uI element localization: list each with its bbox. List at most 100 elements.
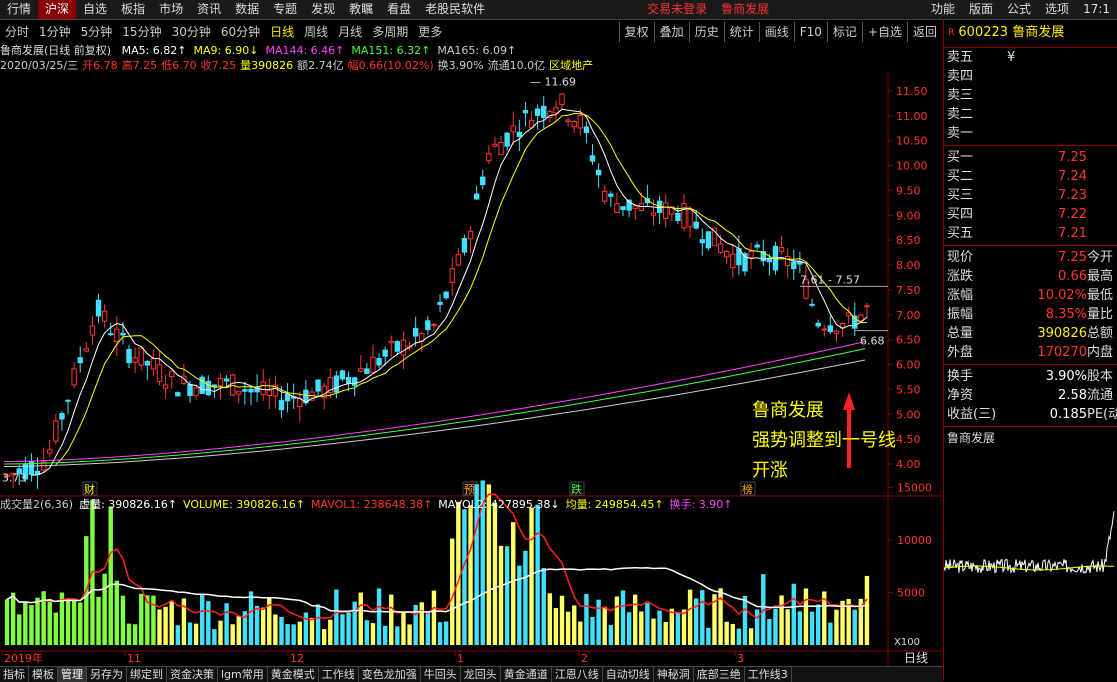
period-5[interactable]: 60分钟 (216, 22, 265, 42)
candle-body (516, 131, 523, 137)
stat-row: 振幅 8.35% 量比 (944, 305, 1117, 324)
sell-row[interactable]: 卖三 (944, 86, 1117, 105)
sell-row[interactable]: 卖五 ¥ (944, 48, 1117, 67)
indicator-tab-7[interactable]: 黄金模式 (268, 667, 319, 682)
toolbar-btn-2[interactable]: 历史 (688, 22, 724, 42)
menu-11[interactable]: 老股民软件 (418, 0, 492, 19)
period-4[interactable]: 30分钟 (167, 22, 216, 42)
period-6[interactable]: 日线 (265, 22, 299, 42)
toolbar-btn-8[interactable]: 返回 (906, 22, 942, 42)
menu-6[interactable]: 数据 (228, 0, 266, 19)
buy-row[interactable]: 买一 7.25 (944, 148, 1117, 167)
price-tick-label: 5.50 (896, 383, 921, 396)
volume-bar (364, 620, 370, 645)
indicator-tab-3[interactable]: 另存为 (87, 667, 127, 682)
indicator-tab-8[interactable]: 工作线 (319, 667, 359, 682)
sell-label: 卖一 (947, 126, 974, 141)
indicator-tab-17[interactable]: 工作线3 (745, 667, 792, 682)
period-3[interactable]: 15分钟 (117, 22, 166, 42)
date-tick-label: 12 (290, 652, 304, 665)
kline-chart[interactable]: 12.00 11.50 11.00 10.50 10.00 9.50 9.00 8.50 8.0… (0, 72, 942, 666)
menu-8[interactable]: 发现 (304, 0, 342, 19)
stat-extra: 今开 (1087, 250, 1114, 265)
price-tick-label: 9.50 (896, 184, 921, 197)
indicator-tab-16[interactable]: 底部三绝 (694, 667, 745, 682)
top-right-2[interactable]: 公式 (1000, 0, 1038, 19)
indicator-tab-1[interactable]: 模板 (29, 667, 58, 682)
top-right-3[interactable]: 选项 (1038, 0, 1076, 19)
indicator-tab-12[interactable]: 黄金通道 (501, 667, 552, 682)
status-1[interactable]: 鲁商发展 (714, 0, 776, 19)
candle-body (480, 176, 486, 186)
candle-body (345, 376, 352, 384)
stat-value: 0.66 (1058, 269, 1087, 284)
indicator-tab-14[interactable]: 自动切线 (603, 667, 654, 682)
status-0[interactable]: 交易未登录 (640, 0, 714, 19)
period-0[interactable]: 分时 (0, 22, 34, 42)
period-2[interactable]: 5分钟 (76, 22, 118, 42)
volume-bar (748, 628, 754, 645)
menu-4[interactable]: 市场 (152, 0, 190, 19)
indicator-tab-13[interactable]: 江恩八线 (552, 667, 603, 682)
volume-bar (523, 550, 528, 645)
intraday-mini-chart[interactable] (943, 446, 1117, 676)
toolbar-btn-1[interactable]: 叠加 (653, 22, 689, 42)
indicator-tab-9[interactable]: 变色龙加强 (359, 667, 421, 682)
candle-body (175, 392, 181, 397)
buy-row[interactable]: 买二 7.24 (944, 167, 1117, 186)
candle-body (602, 190, 608, 202)
volume-bar (602, 606, 607, 645)
buy-row[interactable]: 买三 7.23 (944, 186, 1117, 205)
volume-bar (864, 575, 870, 645)
toolbar-btn-3[interactable]: 统计 (723, 22, 759, 42)
volume-bar (96, 596, 101, 645)
indicator-tab-2[interactable]: 管理 (58, 667, 87, 682)
period-9[interactable]: 多周期 (367, 22, 413, 42)
menu-9[interactable]: 教瞩 (342, 0, 380, 19)
indicator-tab-0[interactable]: 指标 (0, 667, 29, 682)
volume-bar (254, 605, 260, 645)
period-8[interactable]: 月线 (333, 22, 367, 42)
indicator-tab-15[interactable]: 神秘洞 (654, 667, 694, 682)
period-10[interactable]: 更多 (413, 22, 447, 42)
toolbar-btn-6[interactable]: 标记 (826, 22, 862, 42)
toolbar-btn-0[interactable]: 复权 (618, 22, 654, 42)
period-1[interactable]: 1分钟 (34, 22, 76, 42)
candle-body (534, 108, 541, 116)
event-marker-label: 跌 (571, 482, 582, 496)
menu-2[interactable]: 自选 (76, 0, 114, 19)
buy-row[interactable]: 买五 7.21 (944, 224, 1117, 243)
top-right-0[interactable]: 功能 (924, 0, 962, 19)
volume-bar (35, 597, 40, 645)
menu-7[interactable]: 专题 (266, 0, 304, 19)
info-5: 量390826 (240, 59, 294, 72)
toolbar-btn-5[interactable]: F10 (793, 22, 827, 42)
volume-bar (718, 588, 723, 645)
info-2: 高7.25 (121, 59, 158, 72)
menu-0[interactable]: 行情 (0, 0, 38, 19)
candle-body (83, 348, 90, 352)
indicator-tab-11[interactable]: 龙回头 (461, 667, 501, 682)
sell-row[interactable]: 卖二 (944, 105, 1117, 124)
menu-3[interactable]: 板指 (114, 0, 152, 19)
sell-row[interactable]: 卖一 (944, 124, 1117, 143)
price-tick-label: 6.00 (896, 359, 921, 372)
menu-1[interactable]: 沪深 (38, 0, 77, 19)
indicator-tab-5[interactable]: 资金决策 (167, 667, 218, 682)
top-right-1[interactable]: 版面 (962, 0, 1000, 19)
indicator-tab-10[interactable]: 牛回头 (421, 667, 461, 682)
vol-tick-label: 15000 (897, 482, 932, 495)
indicator-tab-4[interactable]: 绑定到 (127, 667, 167, 682)
ma151-line (3, 348, 866, 465)
toolbar-btn-7[interactable]: +自选 (861, 22, 907, 42)
period-7[interactable]: 周线 (299, 22, 333, 42)
indicator-tab-6[interactable]: lgm常用 (218, 667, 268, 682)
info-6: 额2.74亿 (297, 59, 344, 72)
volume-bar (724, 621, 729, 645)
menu-10[interactable]: 看盘 (380, 0, 418, 19)
buy-row[interactable]: 买四 7.22 (944, 205, 1117, 224)
toolbar-btn-4[interactable]: 画线 (758, 22, 794, 42)
volume-bar (547, 593, 553, 645)
sell-row[interactable]: 卖四 (944, 67, 1117, 86)
menu-5[interactable]: 资讯 (190, 0, 228, 19)
